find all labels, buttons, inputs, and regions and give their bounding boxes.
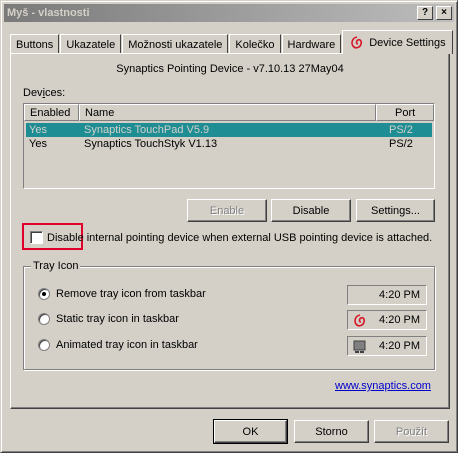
settings-button[interactable]: Settings... [356, 199, 435, 222]
animated-tray-icon-label[interactable]: Animated tray icon in taskbar [56, 339, 198, 351]
devices-label: Devices: [23, 87, 66, 99]
disable-internal-checkbox[interactable] [30, 231, 43, 244]
devices-list[interactable]: Enabled Name Port Yes Synaptics TouchPad… [23, 103, 435, 189]
tab-strip: Buttons Ukazatele Možnosti ukazatele Kol… [10, 30, 454, 54]
properties-window: Myš - vlastnosti ? × Buttons Ukazatele M… [0, 0, 458, 453]
tab-device-settings[interactable]: Device Settings [342, 30, 453, 54]
tray-preview-none: 4:20 PM [347, 285, 427, 305]
tray-preview-time: 4:20 PM [379, 289, 420, 301]
animated-tray-icon-radio[interactable] [38, 339, 50, 351]
remove-tray-icon-radio[interactable] [38, 288, 50, 300]
tab-hardware[interactable]: Hardware [281, 34, 342, 54]
tab-ukazatele[interactable]: Ukazatele [60, 34, 122, 54]
device-port: PS/2 [389, 138, 413, 150]
tray-icon-group-title: Tray Icon [31, 260, 81, 272]
devices-list-header: Enabled Name Port [24, 104, 434, 121]
tray-preview-static: 4:20 PM [347, 310, 427, 330]
device-row[interactable]: Yes Synaptics TouchStyk V1.13 PS/2 [26, 137, 432, 151]
cancel-button[interactable]: Storno [294, 420, 369, 443]
disable-button[interactable]: Disable [271, 199, 351, 222]
synaptics-tray-icon [354, 314, 366, 327]
enable-button[interactable]: Enable [187, 199, 267, 222]
static-tray-icon-label[interactable]: Static tray icon in taskbar [56, 313, 179, 325]
help-button[interactable]: ? [417, 6, 433, 20]
tab-buttons[interactable]: Buttons [10, 34, 60, 54]
device-name: Synaptics TouchPad V5.9 [84, 124, 210, 136]
tray-preview-time: 4:20 PM [379, 314, 420, 326]
column-name[interactable]: Name [79, 104, 376, 121]
column-port[interactable]: Port [376, 104, 434, 121]
touchpad-tray-icon [353, 340, 366, 353]
window-title: Myš - vlastnosti [7, 7, 90, 19]
synaptics-link[interactable]: www.synaptics.com [335, 380, 431, 392]
synaptics-logo-icon [351, 35, 363, 49]
device-row[interactable]: Yes Synaptics TouchPad V5.9 PS/2 [26, 123, 432, 137]
ok-button[interactable]: OK [213, 419, 288, 444]
device-name: Synaptics TouchStyk V1.13 [84, 138, 218, 150]
device-enabled: Yes [29, 138, 47, 150]
tab-device-settings-label: Device Settings [369, 36, 446, 49]
remove-tray-icon-label[interactable]: Remove tray icon from taskbar [56, 288, 206, 300]
disable-internal-label[interactable]: Disable internal pointing device when ex… [47, 232, 432, 244]
tray-preview-animated: 4:20 PM [347, 336, 427, 356]
tab-moznosti-ukazatele[interactable]: Možnosti ukazatele [122, 34, 229, 54]
apply-button[interactable]: Použít [374, 420, 449, 443]
device-enabled: Yes [29, 124, 47, 136]
device-port: PS/2 [389, 124, 413, 136]
driver-version-header: Synaptics Pointing Device - v7.10.13 27M… [116, 63, 344, 75]
tab-kolecko[interactable]: Kolečko [229, 34, 281, 54]
column-enabled[interactable]: Enabled [24, 104, 79, 121]
title-bar[interactable]: Myš - vlastnosti ? × [4, 4, 454, 22]
tray-preview-time: 4:20 PM [379, 340, 420, 352]
close-button[interactable]: × [436, 6, 452, 20]
static-tray-icon-radio[interactable] [38, 313, 50, 325]
